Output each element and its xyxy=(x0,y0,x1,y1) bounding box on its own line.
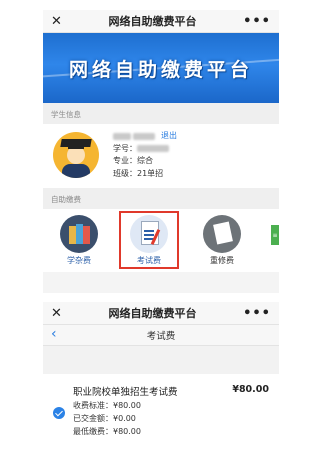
nav-bar: ‹ 考试费 xyxy=(43,325,279,346)
books-icon xyxy=(60,215,98,253)
fee-paid: 已交金额：¥0.00 xyxy=(73,414,136,423)
banner: 网络自助缴费平台 xyxy=(43,33,279,103)
fee-item-price: ¥80.00 xyxy=(232,384,269,395)
fee-standard: 收费标准：¥80.00 xyxy=(73,401,141,410)
fee-minimum: 最低缴费：¥80.00 xyxy=(73,427,141,436)
exam-fee-item[interactable]: 职业院校单独招生考试费 ¥80.00 收费标准：¥80.00 已交金额：¥0.0… xyxy=(43,374,279,462)
payment-item-label: 学杂费 xyxy=(67,256,91,265)
student-card: 退出 学号： 专业：综合 班级：21单招 xyxy=(43,124,279,188)
self-payment-label: 自助缴费 xyxy=(43,188,279,209)
fee-item-details: 收费标准：¥80.00 已交金额：¥0.00 最低缴费：¥80.00 xyxy=(73,399,141,438)
redo-document-icon xyxy=(203,215,241,253)
more-icon[interactable]: ••• xyxy=(243,14,271,29)
app-title: 网络自助缴费平台 xyxy=(108,15,197,28)
student-class: 班级：21单招 xyxy=(113,168,164,178)
more-icon[interactable]: ••• xyxy=(243,306,271,321)
payment-item-label: 重修费 xyxy=(210,256,234,265)
payment-options: 学杂费 考试费 重修费 ≡ xyxy=(43,209,279,272)
page-title: 考试费 xyxy=(146,331,176,342)
logout-link[interactable]: 退出 xyxy=(161,130,177,143)
title-bar: ✕ 网络自助缴费平台 ••• xyxy=(43,302,279,325)
exam-fee-screen: ✕ 网络自助缴费平台 ••• ‹ 考试费 职业院校单独招生考试费 ¥80.00 … xyxy=(43,302,279,462)
student-major: 专业：综合 xyxy=(113,156,153,165)
close-icon[interactable]: ✕ xyxy=(51,306,62,321)
checked-circle-icon[interactable] xyxy=(53,407,65,419)
student-info: 退出 学号： 专业：综合 班级：21单招 xyxy=(113,130,177,180)
payment-item-retake-fee[interactable]: 重修费 xyxy=(195,215,249,266)
student-name-blurred xyxy=(113,132,131,140)
banner-text: 网络自助缴费平台 xyxy=(68,58,253,81)
highlight-box xyxy=(119,211,179,269)
fee-item-name: 职业院校单独招生考试费 xyxy=(73,387,178,398)
student-info-label: 学生信息 xyxy=(43,103,279,124)
app-title: 网络自助缴费平台 xyxy=(108,307,197,320)
payment-item-tuition[interactable]: 学杂费 xyxy=(52,215,106,266)
close-icon[interactable]: ✕ xyxy=(51,14,62,29)
side-tab-icon[interactable]: ≡ xyxy=(271,225,279,245)
payment-home-screen: ✕ 网络自助缴费平台 ••• 网络自助缴费平台 学生信息 退出 学号： 专业：综… xyxy=(43,10,279,293)
student-id-blurred xyxy=(137,145,169,153)
avatar xyxy=(53,132,99,178)
back-icon[interactable]: ‹ xyxy=(51,326,57,342)
student-id-label: 学号： xyxy=(113,143,137,153)
title-bar: ✕ 网络自助缴费平台 ••• xyxy=(43,10,279,33)
